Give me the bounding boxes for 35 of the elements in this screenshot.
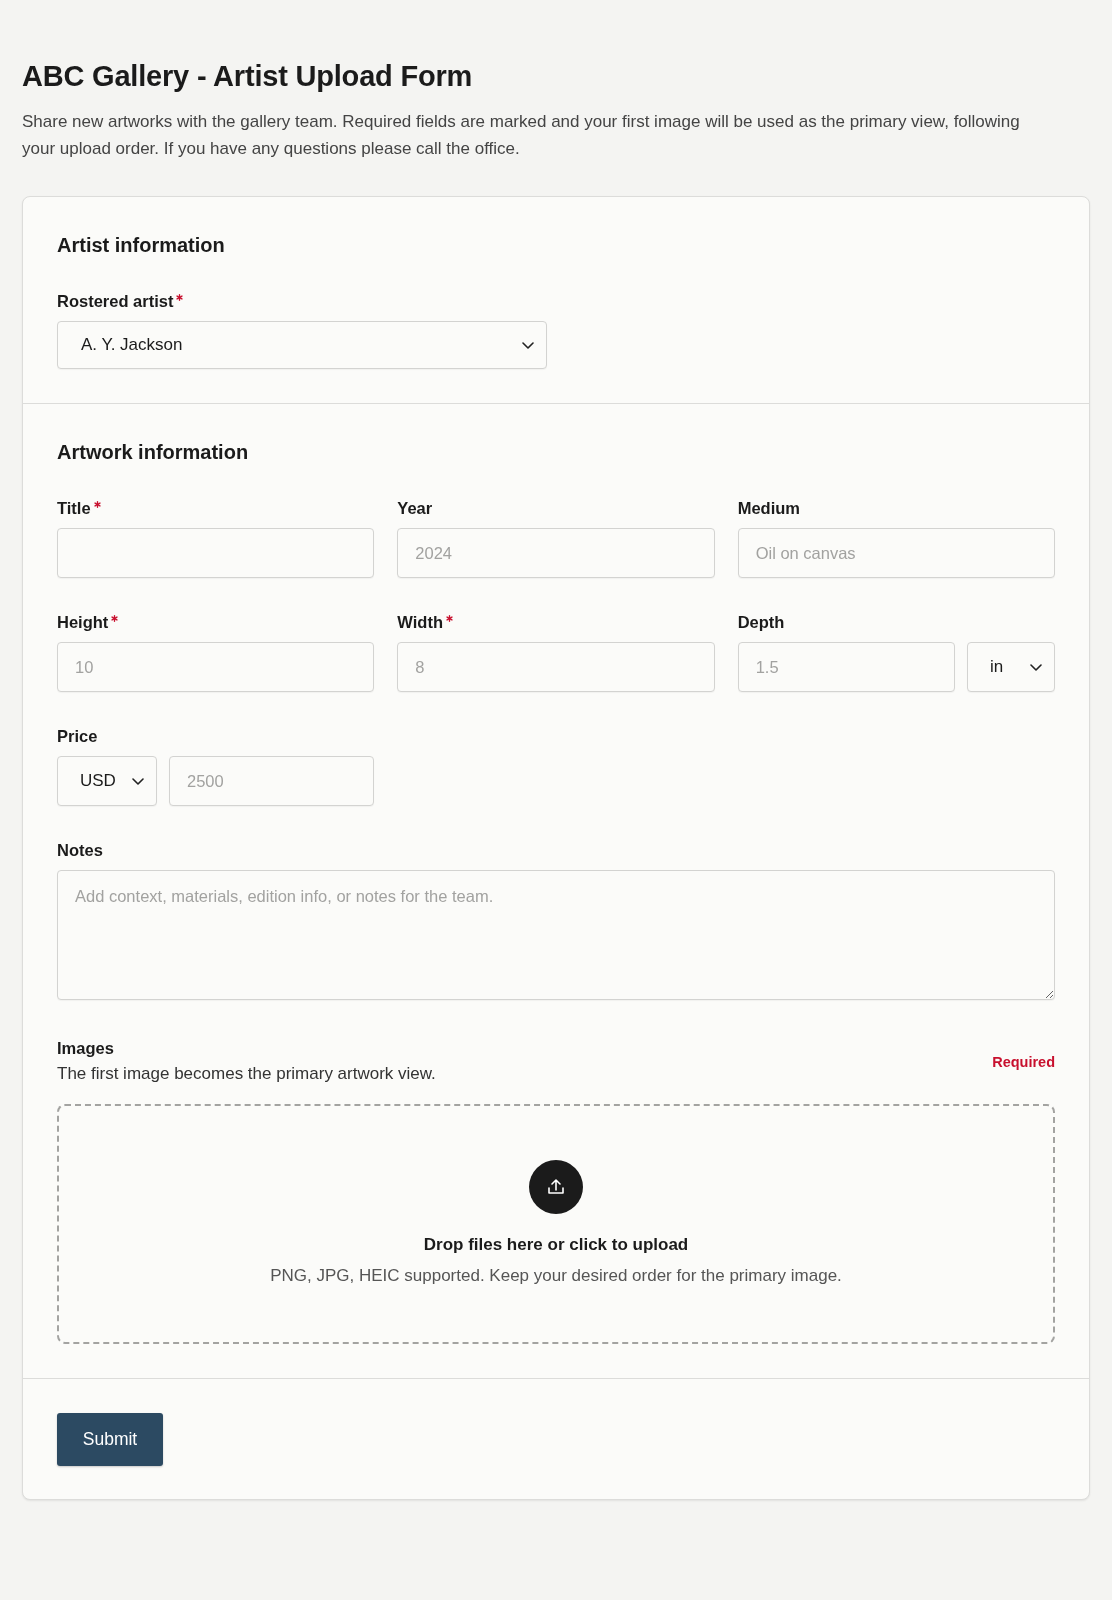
input-field[interactable]: 2024 <box>397 528 715 578</box>
field-label: Price <box>57 726 98 746</box>
dropzone-hint: PNG, JPG, HEIC supported. Keep your desired order for the primary image. <box>270 1265 842 1287</box>
caret-icon <box>132 777 144 785</box>
page-title: ABC Gallery - Artist Upload Form <box>22 59 473 94</box>
field-label: Width <box>397 612 443 632</box>
caret-icon <box>1030 663 1042 671</box>
field-hint: The first image becomes the primary artwork view. <box>57 1063 436 1085</box>
field-label: Year <box>397 498 433 518</box>
unit-dropdown[interactable]: in <box>967 642 1055 692</box>
field-label: Rostered artist <box>57 291 174 311</box>
field-label: Title <box>57 498 91 518</box>
dropdown-field[interactable]: A. Y. Jackson <box>57 321 547 369</box>
field-label: Height <box>57 612 109 632</box>
caret-icon <box>522 341 534 349</box>
field-label: Images <box>57 1038 114 1058</box>
input-field[interactable] <box>57 528 375 578</box>
field-label: Depth <box>737 612 785 632</box>
dropzone-title: Drop files here or click to upload <box>423 1234 689 1256</box>
upload-icon <box>529 1160 583 1214</box>
input-field[interactable]: 2500 <box>169 756 375 806</box>
input-field[interactable]: 8 <box>397 642 715 692</box>
upload-dropzone[interactable]: Drop files here or click to upload PNG, JPG, HEIC supported. Keep your desired order for the primary image. <box>57 1104 1055 1344</box>
section-heading: Artwork information <box>57 440 249 464</box>
field-label: Notes <box>57 840 103 860</box>
submit-button[interactable]: Submit <box>57 1413 163 1466</box>
required-note: Required <box>992 1053 1055 1071</box>
input-field[interactable]: 1.5 <box>737 642 955 692</box>
input-field[interactable]: Oil on canvas <box>737 528 1055 578</box>
page-intro: Share new artworks with the gallery team. Required fields are marked and your first image will be used as the primary view, following your upload order. If you have any questions please call the office. <box>22 111 1021 160</box>
field-label: Medium <box>737 498 800 518</box>
section-heading: Artist information <box>57 233 225 257</box>
input-field[interactable]: 10 <box>57 642 375 692</box>
currency-dropdown[interactable]: USD <box>57 756 157 806</box>
notes-field[interactable]: Add context, materials, edition info, or notes for the team. <box>57 870 1055 1000</box>
